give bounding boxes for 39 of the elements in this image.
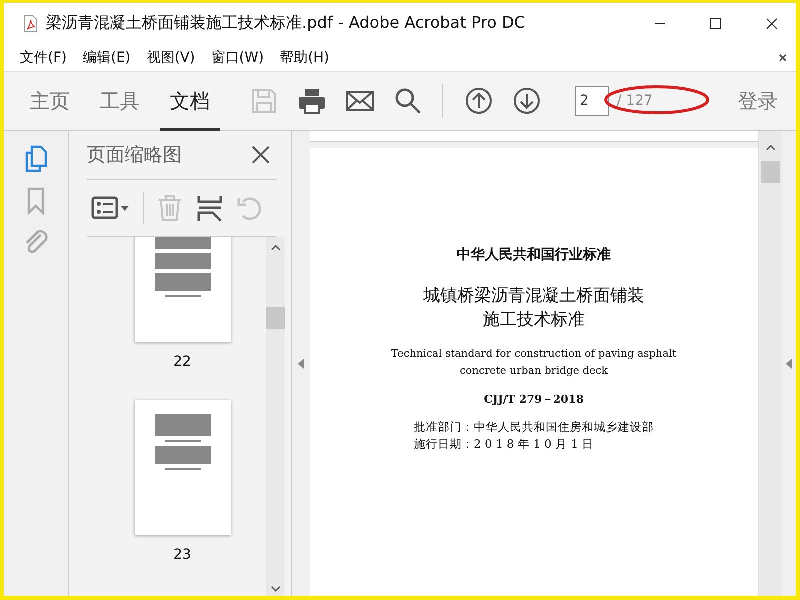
close-icon[interactable]: [778, 52, 788, 62]
document-heading: 中华人民共和国行业标准: [457, 246, 611, 264]
sign-in-link[interactable]: 登录: [738, 88, 778, 114]
standard-code: CJJ/T 279－2018: [484, 392, 584, 407]
scroll-down-icon[interactable]: [270, 586, 280, 592]
menu-item[interactable]: 编辑(E): [82, 48, 131, 66]
scrollbar-thumb[interactable]: [266, 307, 285, 329]
expand-arrow-icon[interactable]: [786, 358, 792, 368]
scroll-up-icon[interactable]: [766, 145, 776, 151]
list-options-icon[interactable]: [91, 194, 131, 222]
close-icon[interactable]: [766, 18, 778, 30]
page-thumbnail[interactable]: [134, 400, 230, 535]
effective-date-text: 施行日期：2 0 1 8 年 1 0 月 1 日: [414, 436, 596, 453]
printer-icon[interactable]: [298, 87, 326, 115]
collapse-arrow-icon[interactable]: [298, 358, 304, 368]
tab[interactable]: 主页: [20, 74, 80, 131]
search-icon[interactable]: [394, 87, 422, 115]
scroll-up-icon[interactable]: [270, 245, 280, 251]
approval-text: 批准部门：中华人民共和国住房和城乡建设部: [414, 419, 654, 436]
page-count: / 127: [617, 93, 653, 109]
menu-item[interactable]: 窗口(W): [211, 48, 264, 66]
tab[interactable]: 工具: [90, 74, 150, 131]
page-number-label: 22: [174, 354, 192, 370]
maximize-icon[interactable]: [710, 18, 722, 30]
insert-page-icon[interactable]: [196, 194, 224, 222]
close-icon[interactable]: [251, 145, 271, 165]
panel-title: 页面缩略图: [87, 143, 182, 168]
menu-item[interactable]: 帮助(H): [280, 48, 330, 66]
menu-item[interactable]: 视图(V): [146, 48, 196, 66]
document-title: 城镇桥梁沥青混凝土桥面铺装 施工技术标准: [424, 285, 644, 332]
window-title: 梁沥青混凝土桥面铺装施工技术标准.pdf - Adobe Acrobat Pro DC: [46, 13, 526, 34]
pages-icon[interactable]: [24, 145, 48, 173]
english-title: Technical standard for construction of paving asphalt concrete urban bridge deck: [391, 347, 677, 379]
pdf-file-icon: [24, 14, 38, 32]
page-thumbnail[interactable]: [134, 237, 230, 342]
scrollbar-thumb[interactable]: [761, 161, 780, 183]
menu-item[interactable]: 文件(F): [20, 48, 67, 66]
page-number-field[interactable]: 2: [575, 86, 609, 116]
page-number-label: 23: [174, 547, 192, 563]
